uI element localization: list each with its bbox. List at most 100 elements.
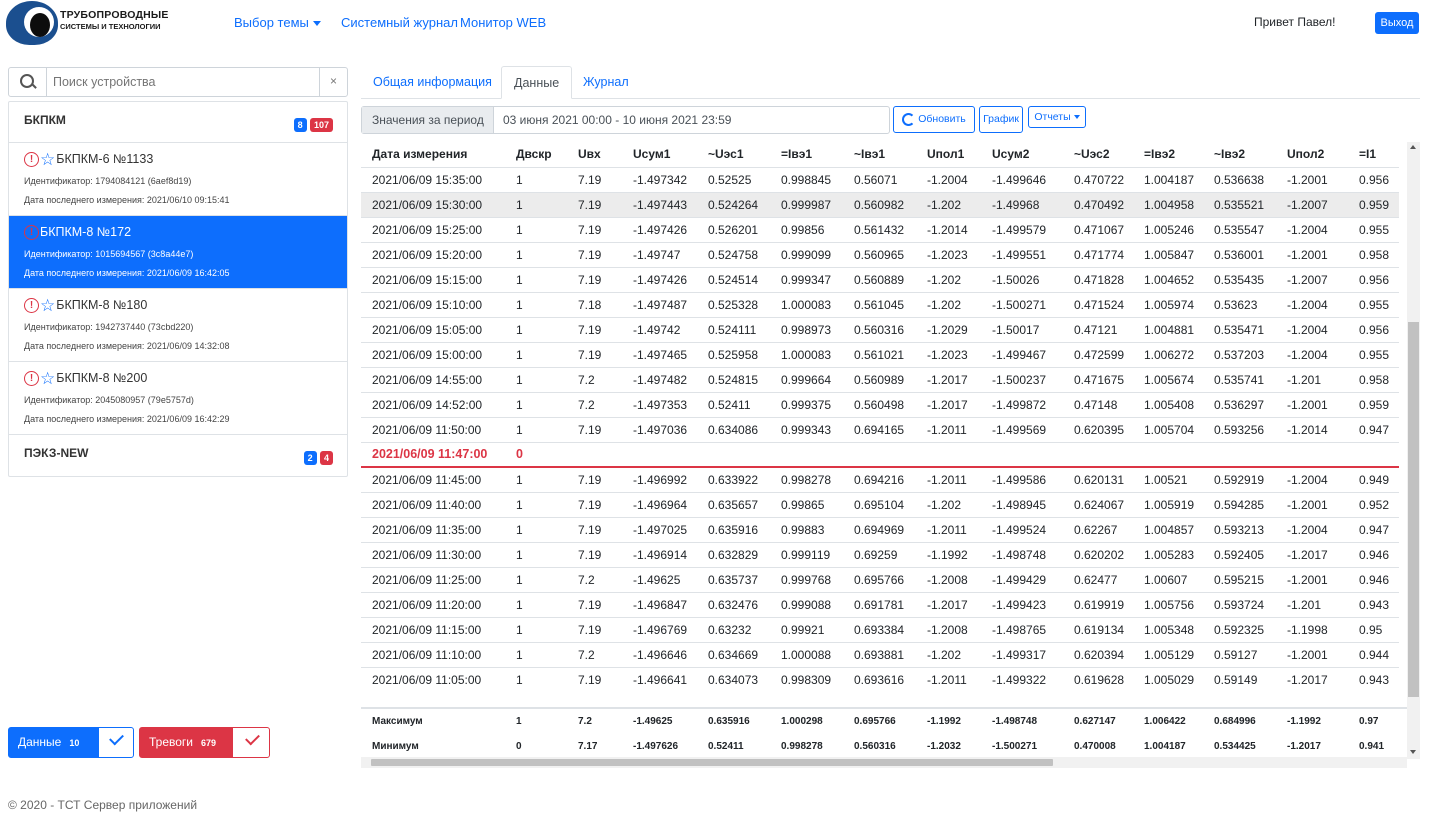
alarms-filter-button[interactable]: Тревоги 679 [139,727,270,758]
table-row[interactable]: 2021/06/09 15:35:00 1 7.19 -1.497342 0.52525… [361,166,1399,192]
nav-system-log[interactable]: Системный журнал [341,15,458,30]
column-header[interactable]: =I1 [1359,142,1399,167]
refresh-button[interactable]: Обновить [893,106,975,133]
nav-monitor-web[interactable]: Монитор WEB [460,15,546,30]
column-header[interactable]: Uсум1 [633,142,708,167]
table-cell: 1.000083 [781,341,854,367]
device-item[interactable]: ! ☆БКПКМ-8 №200 Идентификатор: 2045080957… [9,361,347,434]
logout-button[interactable]: Выход [1375,12,1419,34]
table-row[interactable]: 2021/06/09 11:10:00 1 7.2 -1.496646 0.634669… [361,641,1399,667]
column-header[interactable]: ~Uэс1 [708,142,781,167]
table-cell: 0.999119 [781,541,854,567]
table-row[interactable]: 2021/06/09 15:20:00 1 7.19 -1.49747 0.524758… [361,241,1399,267]
table-cell: 0.536638 [1214,166,1287,192]
group-pekz-new[interactable]: ПЭКЗ-NEW 2 4 [9,434,347,474]
clear-search-button[interactable]: × [319,68,347,96]
table-cell: -1.496641 [633,666,708,692]
table-row[interactable]: 2021/06/09 14:52:00 1 7.2 -1.497353 0.52411 0… [361,391,1399,417]
summary-cell: -1.497626 [633,741,679,752]
table-cell: 1.005847 [1144,241,1214,267]
scroll-thumb[interactable] [371,759,1053,766]
search-icon[interactable] [9,68,47,96]
column-header[interactable]: =Iвэ2 [1144,142,1214,167]
table-row[interactable]: 2021/06/09 14:55:00 1 7.2 -1.497482 0.524815… [361,366,1399,392]
table-cell: 0.535521 [1214,191,1287,217]
search-input[interactable] [53,72,313,92]
table-row[interactable]: 2021/06/09 15:25:00 1 7.19 -1.497426 0.52620… [361,216,1399,242]
horizontal-scrollbar[interactable] [361,757,1407,768]
favorite-star-icon[interactable]: ☆ [40,297,55,314]
device-item-selected[interactable]: ! БКПКМ-8 №172 Идентификатор: 1015694567 … [9,215,347,288]
table-row-error[interactable]: 2021/06/09 11:47:00 0 [361,441,1399,468]
column-header[interactable]: Дата измерения [361,142,516,167]
check-icon[interactable] [109,730,124,746]
device-item[interactable]: ! ☆БКПКМ-8 №180 Идентификатор: 1942737440… [9,288,347,361]
table-row[interactable]: 2021/06/09 15:15:00 1 7.19 -1.497426 0.52451… [361,266,1399,292]
table-cell [1074,441,1144,468]
table-cell: 0.691781 [854,591,927,617]
group-bkpkm[interactable]: БКПКМ 8 107 [9,102,347,142]
vertical-scrollbar[interactable] [1407,142,1420,759]
table-cell: 1 [516,566,578,592]
table-cell: 0.594285 [1214,491,1287,517]
scroll-down-icon[interactable] [1410,750,1416,754]
table-row[interactable]: 2021/06/09 11:45:00 1 7.19 -1.496992 0.63392… [361,466,1399,492]
table-cell: 7.2 [578,641,633,667]
tab-journal[interactable]: Журнал [571,66,641,99]
table-cell: 0.620202 [1074,541,1144,567]
logo[interactable]: ТРУБОПРОВОДНЫЕ СИСТЕМЫ И ТЕХНОЛОГИИ [6,1,206,45]
table-row[interactable]: 2021/06/09 11:50:00 1 7.19 -1.497036 0.63408… [361,416,1399,442]
favorite-star-icon[interactable]: ☆ [40,370,55,387]
data-filter-button[interactable]: Данные 10 [8,727,134,758]
tab-general-info[interactable]: Общая информация [361,66,504,99]
period-picker[interactable]: Значения за период 03 июня 2021 00:00 - … [361,106,890,134]
table-row[interactable]: 2021/06/09 15:05:00 1 7.19 -1.49742 0.524111… [361,316,1399,342]
table-cell: -1.2001 [1287,491,1359,517]
table-cell: 2021/06/09 14:55:00 [361,366,516,392]
column-header[interactable]: ~Iвэ2 [1214,142,1287,167]
column-header[interactable]: Uвх [578,142,633,167]
favorite-star-icon[interactable]: ☆ [40,151,55,168]
table-row[interactable]: 2021/06/09 11:15:00 1 7.19 -1.496769 0.63232… [361,616,1399,642]
table-cell: -1.496769 [633,616,708,642]
table-row[interactable]: 2021/06/09 15:00:00 1 7.19 -1.497465 0.52595… [361,341,1399,367]
table-cell: -1.2011 [927,516,992,542]
table-cell: 0.695766 [854,566,927,592]
table-cell: 1 [516,641,578,667]
table-cell: -1.2004 [1287,341,1359,367]
nav-theme-dropdown[interactable]: Выбор темы [234,15,321,30]
table-row[interactable]: 2021/06/09 11:40:00 1 7.19 -1.496964 0.63565… [361,491,1399,517]
table-row[interactable]: 2021/06/09 15:10:00 1 7.18 -1.497487 0.52532… [361,291,1399,317]
caret-down-icon [312,21,321,27]
table-cell: 1 [516,241,578,267]
column-header[interactable]: Uпол1 [927,142,992,167]
table-row[interactable]: 2021/06/09 11:35:00 1 7.19 -1.497025 0.63591… [361,516,1399,542]
table-cell: 1 [516,416,578,442]
table-row[interactable]: 2021/06/09 11:30:00 1 7.19 -1.496914 0.63282… [361,541,1399,567]
table-cell: 2021/06/09 11:05:00 [361,666,516,692]
summary-cell: 0.998278 [781,741,823,752]
period-value[interactable]: 03 июня 2021 00:00 - 10 июня 2021 23:59 [503,107,731,133]
tab-data[interactable]: Данные [501,66,573,99]
table-row[interactable]: 2021/06/09 15:30:00 1 7.19 -1.497443 0.52426… [361,191,1399,217]
table-row[interactable]: 2021/06/09 11:05:00 1 7.19 -1.496641 0.63407… [361,666,1399,692]
column-header[interactable]: ~Iвэ1 [854,142,927,167]
column-header[interactable]: ~Uэс2 [1074,142,1144,167]
graph-button[interactable]: График [979,106,1023,133]
column-header[interactable]: Uпол2 [1287,142,1359,167]
reports-dropdown[interactable]: Отчеты [1028,106,1086,128]
column-header[interactable]: Uсум2 [992,142,1074,167]
table-cell: -1.2008 [927,566,992,592]
table-row[interactable]: 2021/06/09 11:25:00 1 7.2 -1.49625 0.635737 0… [361,566,1399,592]
table-cell: 7.19 [578,166,633,192]
check-icon[interactable] [245,730,260,746]
device-item[interactable]: ! ☆БКПКМ-6 №1133 Идентификатор: 179408412… [9,142,347,215]
scroll-thumb[interactable] [1408,322,1419,697]
table-row[interactable]: 2021/06/09 11:20:00 1 7.19 -1.496847 0.63247… [361,591,1399,617]
scroll-up-icon[interactable] [1410,145,1416,149]
table-cell: -1.2004 [1287,466,1359,492]
column-header[interactable]: Двскр [516,142,578,167]
table-cell: -1.499872 [992,391,1074,417]
column-header[interactable]: =Iвэ1 [781,142,854,167]
device-id: Идентификатор: 1794084121 (6aef8d19) [24,176,192,186]
